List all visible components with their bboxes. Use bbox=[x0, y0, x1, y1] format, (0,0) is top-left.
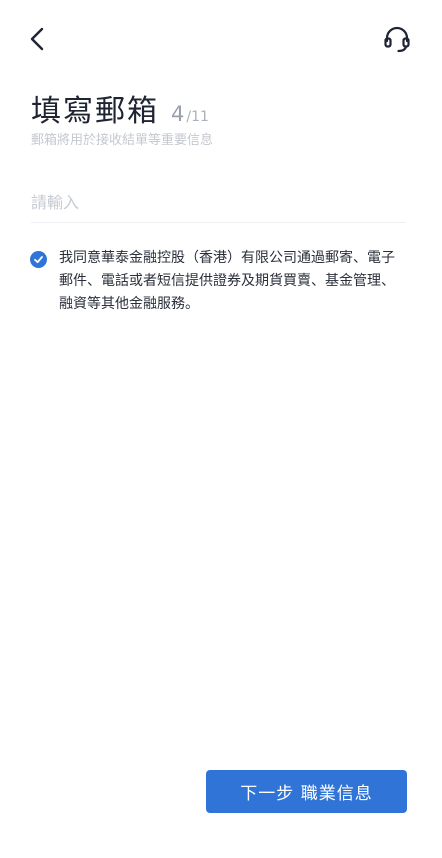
customer-support-button[interactable] bbox=[382, 24, 412, 54]
step-total: /11 bbox=[186, 109, 209, 125]
chevron-left-icon bbox=[30, 27, 44, 51]
consent-text[interactable]: 我同意華泰金融控股（香港）有限公司通過郵寄、電子郵件、電話或者短信提供證券及期貨… bbox=[59, 247, 397, 316]
check-icon bbox=[34, 256, 43, 264]
headset-icon bbox=[384, 26, 410, 53]
back-button[interactable] bbox=[22, 24, 52, 54]
title-row: 填寫郵箱 4 /11 bbox=[31, 86, 209, 130]
email-step-screen: 填寫郵箱 4 /11 郵箱將用於接收結單等重要信息 我同意華泰金融控股（香港）有… bbox=[0, 0, 442, 858]
page-title: 填寫郵箱 bbox=[31, 94, 159, 129]
next-step-button[interactable]: 下一步 職業信息 bbox=[206, 770, 407, 813]
page-subtitle: 郵箱將用於接收結單等重要信息 bbox=[31, 133, 214, 148]
email-input[interactable] bbox=[31, 183, 406, 223]
step-current: 4 bbox=[171, 102, 185, 126]
consent-checkbox[interactable] bbox=[30, 251, 47, 268]
